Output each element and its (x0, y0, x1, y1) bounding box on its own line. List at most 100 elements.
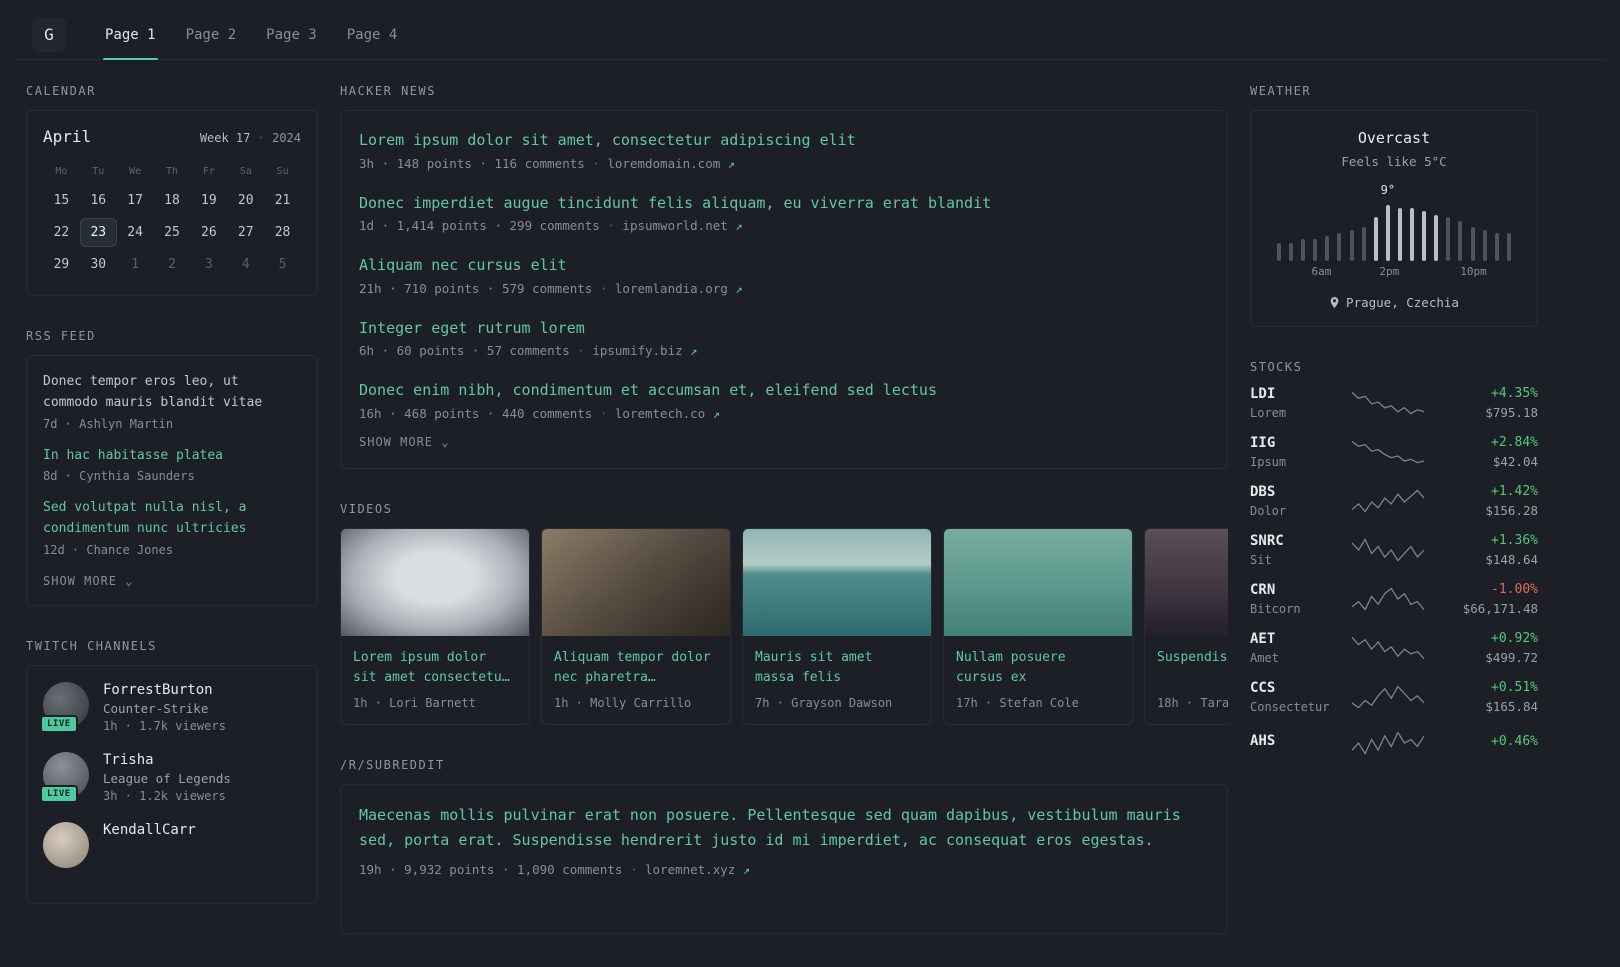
dashboard: CALENDAR April Week 17 · 2024 Mo Tu We T… (0, 60, 1620, 967)
calendar-day: 28 (274, 225, 291, 240)
weather-bar (1410, 208, 1415, 261)
calendar-day-next-month: 2 (168, 257, 176, 272)
stock-sparkline (1352, 587, 1424, 611)
external-link-icon: ↗ (712, 406, 720, 421)
show-more-label: SHOW MORE (43, 573, 118, 588)
stock-values: +4.35% $795.18 (1432, 386, 1538, 420)
hn-item-meta: 6h · 60 points · 57 comments · ipsumify.… (359, 343, 1209, 358)
video-card[interactable]: Mauris sit amet massa felis 7h · Grayson… (742, 527, 932, 725)
weather-bar (1289, 242, 1294, 261)
stock-change: +0.92% (1491, 631, 1538, 646)
video-meta: 1h · Molly Carrillo (554, 695, 692, 710)
rss-item-meta: 8d · Cynthia Saunders (43, 469, 195, 484)
stock-row[interactable]: SNRC Sit +1.36% $148.64 (1250, 533, 1538, 567)
stock-sparkline (1352, 685, 1424, 709)
twitch-channel-row[interactable]: LIVE ForrestBurton Counter-Strike 1h · 1… (40, 681, 301, 733)
hn-item-domain[interactable]: loremlandia.org (615, 281, 728, 296)
hn-item-domain[interactable]: ipsumify.biz (592, 343, 682, 358)
twitch-section-title: TWITCH CHANNELS (26, 638, 157, 653)
video-card[interactable]: Suspendisse diam 18h · Tara (1144, 527, 1228, 725)
stock-row[interactable]: CCS Consectetur +0.51% $165.84 (1250, 680, 1538, 714)
video-thumbnail (944, 528, 1132, 636)
stock-price: $148.64 (1485, 552, 1538, 567)
channel-name[interactable]: Trisha (103, 752, 231, 768)
channel-game: Counter-Strike (103, 700, 209, 716)
video-card-body: Aliquam tempor dolor nec pharetra… 1h · … (542, 636, 730, 724)
stock-symbol: CCS (1250, 680, 1276, 696)
weather-bar (1301, 239, 1306, 261)
subreddit-post: Maecenas mollis pulvinar erat non posuer… (359, 803, 1209, 877)
rss-show-more-button[interactable]: SHOW MORE ⌄ (43, 574, 134, 588)
twitch-channel-row[interactable]: KendallCarr (43, 821, 301, 868)
calendar-dow: We (129, 166, 142, 177)
stock-row[interactable]: CRN Bitcorn -1.00% $66,171.48 (1250, 582, 1538, 616)
stock-identity: LDI Lorem (1250, 386, 1344, 420)
page-tabs: Page 1 Page 2 Page 3 Page 4 (90, 10, 413, 60)
show-more-label: SHOW MORE (359, 434, 434, 449)
hn-item-domain[interactable]: loremtech.co (615, 406, 705, 421)
weather-feels-like: Feels like 5°C (1341, 154, 1447, 169)
chevron-down-icon: ⌄ (441, 434, 450, 449)
hn-item-title[interactable]: Aliquam nec cursus elit (359, 254, 1209, 277)
hn-item-title[interactable]: Donec enim nibh, condimentum et accumsan… (359, 379, 1209, 402)
stock-symbol: SNRC (1250, 533, 1284, 549)
rss-item-title[interactable]: Donec tempor eros leo, ut commodo mauris… (43, 372, 301, 414)
stock-row[interactable]: IIG Ipsum +2.84% $42.04 (1250, 435, 1538, 469)
stocks-section-title: STOCKS (1250, 360, 1303, 374)
hn-item: Aliquam nec cursus elit 21h · 710 points… (359, 254, 1209, 296)
subreddit-post-domain[interactable]: loremnet.xyz (645, 862, 735, 877)
hackernews-widget: HACKER NEWS Lorem ipsum dolor sit amet, … (340, 84, 1228, 469)
external-link-icon: ↗ (727, 156, 736, 171)
video-card[interactable]: Nullam posuere cursus ex 17h · Stefan Co… (943, 527, 1133, 725)
stock-name: Bitcorn (1250, 602, 1301, 616)
video-card[interactable]: Lorem ipsum dolor sit amet consectetu… 1… (340, 527, 530, 725)
stock-symbol: LDI (1250, 386, 1276, 402)
channel-name[interactable]: KendallCarr (103, 822, 196, 838)
rss-item-title[interactable]: In hac habitasse platea (43, 446, 301, 467)
rss-item: Sed volutpat nulla nisl, a condimentum n… (43, 498, 301, 557)
rss-item-title[interactable]: Sed volutpat nulla nisl, a condimentum n… (43, 498, 301, 540)
tab-page-2[interactable]: Page 2 (171, 10, 252, 59)
stock-row[interactable]: AET Amet +0.92% $499.72 (1250, 631, 1538, 665)
stock-row[interactable]: LDI Lorem +4.35% $795.18 (1250, 386, 1538, 420)
video-title: Nullam posuere cursus ex (956, 649, 1066, 685)
weather-time-label: 10pm (1460, 265, 1487, 278)
calendar-day: 25 (164, 225, 180, 240)
weather-bar (1361, 226, 1366, 261)
hn-item-title[interactable]: Integer eget rutrum lorem (359, 317, 1209, 340)
app-logo[interactable]: G (32, 17, 66, 52)
stock-row[interactable]: DBS Dolor +1.42% $156.28 (1250, 484, 1538, 518)
video-thumbnail (542, 528, 730, 636)
calendar-dow: Tu (92, 166, 105, 177)
tab-page-4[interactable]: Page 4 (332, 10, 413, 59)
sparkline-path (1352, 489, 1424, 513)
weather-bar (1422, 211, 1427, 261)
stock-price: $156.28 (1485, 503, 1538, 518)
weather-bar (1337, 233, 1342, 261)
channel-name[interactable]: ForrestBurton (103, 682, 226, 698)
hn-item-domain[interactable]: loremdomain.com (607, 156, 720, 171)
tab-page-3[interactable]: Page 3 (251, 10, 332, 59)
calendar-week: Week 17 (199, 131, 251, 145)
stock-price: $165.84 (1485, 699, 1538, 714)
stock-row[interactable]: AHS +0.46% (1250, 729, 1538, 757)
calendar-day: 29 (53, 257, 70, 272)
stock-change: +4.35% (1491, 386, 1538, 401)
hn-item-title[interactable]: Donec imperdiet augue tincidunt felis al… (359, 192, 1209, 215)
tab-page-1[interactable]: Page 1 (90, 10, 171, 60)
calendar-widget: CALENDAR April Week 17 · 2024 Mo Tu We T… (26, 84, 318, 296)
stock-name: Consectetur (1250, 700, 1330, 714)
channel-avatar[interactable] (43, 821, 89, 868)
calendar-day-next-month: 1 (131, 257, 140, 272)
hn-show-more-button[interactable]: SHOW MORE ⌄ (359, 435, 450, 449)
hn-item-title[interactable]: Lorem ipsum dolor sit amet, consectetur … (359, 129, 1209, 152)
video-card[interactable]: Aliquam tempor dolor nec pharetra… 1h · … (541, 527, 731, 725)
twitch-channel-info: Trisha League of Legends 3h · 1.2k viewe… (103, 752, 231, 803)
external-link-icon: ↗ (742, 862, 751, 877)
dot-separator: · (607, 218, 615, 233)
hn-item-domain[interactable]: ipsumworld.net (622, 218, 727, 233)
sparkline-path (1352, 731, 1424, 755)
twitch-channel-row[interactable]: LIVE Trisha League of Legends 3h · 1.2k … (40, 751, 301, 803)
calendar-day: 15 (53, 193, 70, 208)
subreddit-post-title[interactable]: Maecenas mollis pulvinar erat non posuer… (359, 803, 1209, 854)
